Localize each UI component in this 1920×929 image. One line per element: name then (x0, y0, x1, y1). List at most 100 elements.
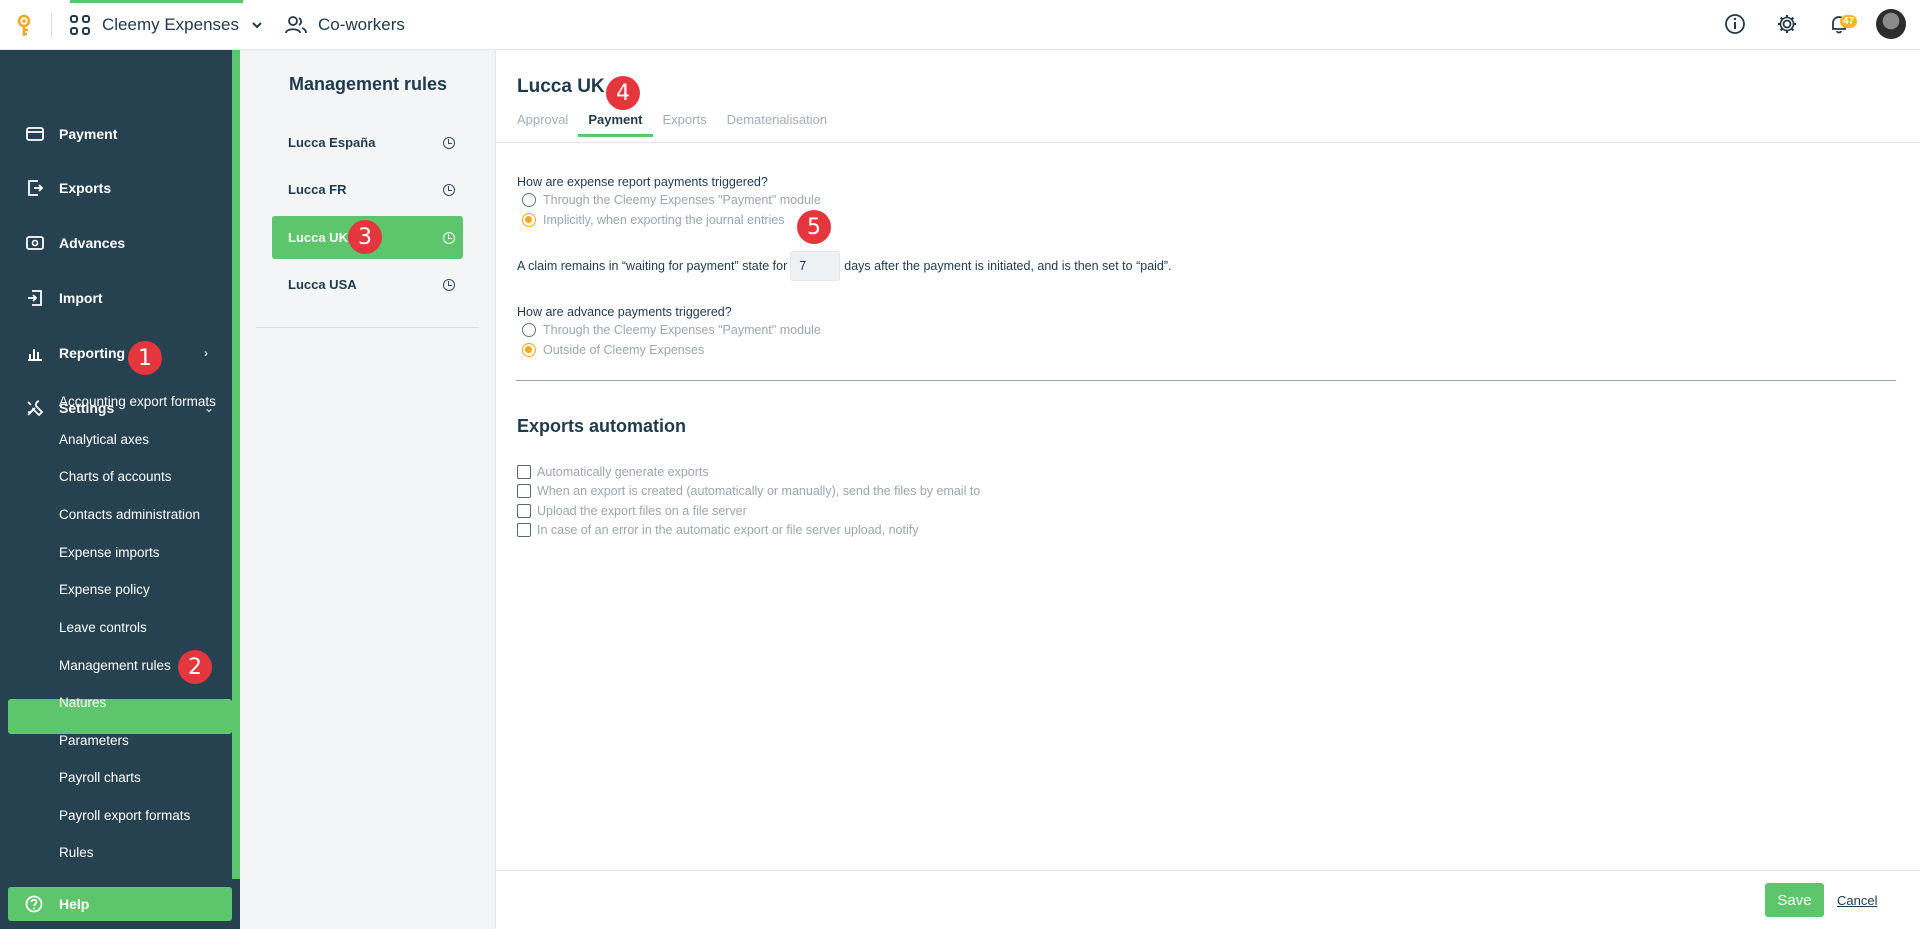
check-auto-generate[interactable]: Automatically generate exports (517, 465, 709, 479)
sidebar-item-advances[interactable]: Advances (0, 219, 232, 267)
chevron-down-icon (252, 22, 262, 29)
coworkers-label: Co-workers (318, 15, 405, 34)
radio-label: Through the Cleemy Expenses "Payment" mo… (543, 193, 821, 207)
annotation-badge-1: 1 (128, 341, 162, 375)
sidebar-sub-management-rules[interactable]: Management rules (59, 658, 171, 673)
sidebar-item-reporting[interactable]: Reporting › (0, 329, 232, 377)
sidebar-sub-analytical-axes[interactable]: Analytical axes (59, 432, 149, 447)
users-icon (285, 16, 307, 34)
radio-button[interactable] (522, 193, 536, 207)
sidebar-sub-parameters[interactable]: Parameters (59, 733, 129, 748)
tab-exports[interactable]: Exports (663, 112, 707, 136)
radio-button[interactable] (522, 323, 536, 337)
sidebar-scrollbar[interactable] (232, 50, 240, 879)
help-button[interactable]: Help (8, 887, 232, 921)
tab-dematerialisation[interactable]: Dematerialisation (727, 112, 827, 136)
exports-automation-title: Exports automation (517, 416, 687, 436)
gear-icon[interactable] (1772, 9, 1802, 39)
tab-approval[interactable]: Approval (517, 112, 568, 136)
expense-payment-option-export[interactable]: Implicitly, when exporting the journal e… (522, 213, 785, 227)
sidebar-sub-payroll-export-formats[interactable]: Payroll export formats (59, 808, 190, 823)
notification-count-badge: 47 (1840, 15, 1858, 28)
tab-bar: Approval Payment Exports Dematerialisati… (517, 112, 827, 137)
main-content: Lucca UK Approval Payment Exports Demate… (496, 50, 1920, 929)
claim-waiting-setting: A claim remains in “waiting for payment”… (517, 251, 1172, 281)
app-switcher[interactable]: Cleemy Expenses (70, 0, 263, 50)
check-notify-error[interactable]: In case of an error in the automatic exp… (517, 523, 918, 537)
app-name: Cleemy Expenses (102, 15, 240, 34)
sidebar-item-label: Reporting (59, 345, 126, 361)
sidebar-sub-payroll-charts[interactable]: Payroll charts (59, 770, 141, 785)
radio-button-checked[interactable] (522, 343, 536, 357)
radio-label: Through the Cleemy Expenses "Payment" mo… (543, 323, 821, 337)
days-input[interactable] (790, 251, 841, 281)
avatar[interactable] (1876, 9, 1906, 39)
annotation-badge-5: 5 (797, 210, 831, 244)
radio-button-checked[interactable] (522, 213, 536, 227)
check-upload-file-server[interactable]: Upload the export files on a file server (517, 504, 747, 518)
annotation-badge-4: 4 (606, 76, 640, 110)
checkbox[interactable] (517, 504, 531, 518)
section-divider (516, 380, 1896, 381)
info-icon[interactable] (1720, 9, 1750, 39)
checkbox[interactable] (517, 523, 531, 537)
expense-payment-question: How are expense report payments triggere… (517, 175, 768, 189)
cancel-link[interactable]: Cancel (1837, 893, 1877, 908)
advance-payment-option-module[interactable]: Through the Cleemy Expenses "Payment" mo… (522, 323, 821, 337)
rule-item-label: Lucca España (288, 135, 376, 150)
sidebar-sub-leave-controls[interactable]: Leave controls (59, 620, 147, 635)
sidebar-sub-active-highlight (8, 699, 232, 734)
import-icon (25, 288, 45, 308)
advance-payment-option-outside[interactable]: Outside of Cleemy Expenses (522, 343, 704, 357)
rule-item-label: Lucca UK (288, 230, 348, 245)
claim-text-after: days after the payment is initiated, and… (844, 259, 1172, 273)
bell-icon[interactable]: 47 (1824, 9, 1858, 39)
check-send-email[interactable]: When an export is created (automatically… (517, 484, 980, 498)
claim-text-before: A claim remains in “waiting for payment”… (517, 259, 788, 273)
sidebar-item-label: Exports (59, 180, 112, 196)
sidebar-sub-expense-policy[interactable]: Expense policy (59, 582, 150, 597)
card-icon (25, 124, 45, 144)
sidebar-item-exports[interactable]: Exports (0, 164, 232, 212)
clock-icon (443, 183, 455, 196)
radio-label: Implicitly, when exporting the journal e… (543, 213, 785, 227)
tabs-divider (496, 142, 1920, 143)
sidebar-item-payment[interactable]: Payment (0, 110, 232, 158)
rules-panel-title: Management rules (288, 74, 448, 94)
help-label: Help (59, 896, 90, 912)
clock-icon (443, 136, 455, 149)
radio-label: Outside of Cleemy Expenses (543, 343, 705, 357)
sidebar-sub-charts-of-accounts[interactable]: Charts of accounts (59, 469, 172, 484)
sidebar-sub-natures[interactable]: Natures (59, 695, 106, 710)
save-button[interactable]: Save (1765, 883, 1824, 917)
lucca-logo-icon[interactable] (16, 14, 32, 38)
rule-item-lucca-espana[interactable]: Lucca España (272, 121, 463, 164)
annotation-badge-2: 2 (178, 650, 212, 684)
rule-item-lucca-usa[interactable]: Lucca USA (272, 263, 463, 306)
page-title: Lucca UK (517, 76, 605, 97)
sidebar-item-label: Import (59, 290, 103, 306)
checkbox[interactable] (517, 465, 531, 479)
sidebar-item-label: Advances (59, 235, 126, 251)
tab-payment[interactable]: Payment (578, 112, 653, 137)
sidebar-item-import[interactable]: Import (0, 274, 232, 322)
expense-payment-option-module[interactable]: Through the Cleemy Expenses "Payment" mo… (522, 193, 821, 207)
sidebar-sub-accounting-export-formats[interactable]: Accounting export formats (59, 394, 216, 409)
apps-grid-icon (70, 15, 90, 35)
rule-item-lucca-fr[interactable]: Lucca FR (272, 168, 463, 211)
checkbox[interactable] (517, 484, 531, 498)
sidebar-sub-contacts-administration[interactable]: Contacts administration (59, 507, 200, 522)
app-active-indicator (70, 0, 243, 3)
clock-icon (443, 231, 455, 244)
chart-icon (25, 343, 45, 363)
sidebar-sub-expense-imports[interactable]: Expense imports (59, 545, 160, 560)
help-icon (25, 895, 43, 916)
main-sidebar: Payment Exports Advances Import Reportin… (0, 50, 240, 929)
sidebar-sub-rules[interactable]: Rules (59, 845, 94, 860)
top-bar: Cleemy Expenses Co-workers 47 (0, 0, 1920, 50)
rule-item-label: Lucca FR (288, 182, 347, 197)
management-rules-panel: Management rules Lucca España Lucca FR L… (240, 50, 496, 929)
coworkers-link[interactable]: Co-workers (284, 0, 405, 50)
sidebar-item-label: Payment (59, 126, 118, 142)
checkbox-label: When an export is created (automatically… (537, 484, 981, 498)
